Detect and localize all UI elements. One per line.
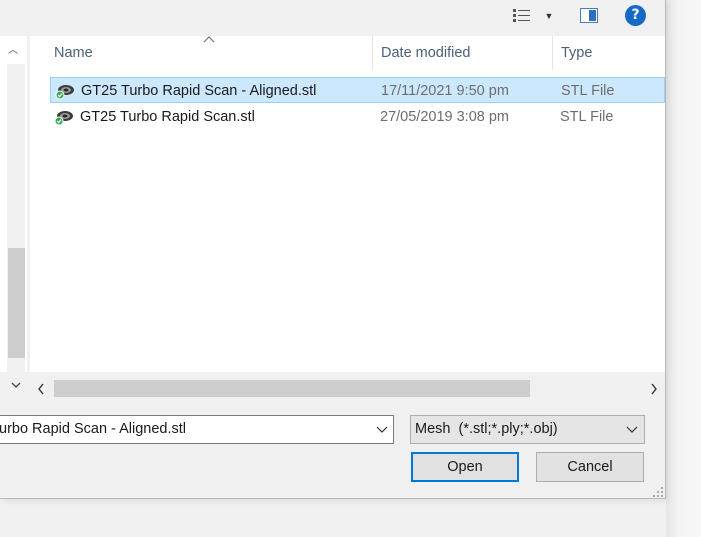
filter-selected-value: Mesh (*.stl;*.ply;*.obj) — [415, 421, 558, 437]
file-date-modified: 17/11/2021 9:50 pm — [381, 83, 509, 99]
stl-file-icon — [54, 111, 73, 126]
view-dropdown-arrow-icon[interactable]: ▼ — [543, 9, 555, 23]
file-list: Name Date modified Type GT25 Turbo Rapid… — [30, 36, 665, 372]
resize-grip-icon[interactable] — [652, 486, 664, 498]
horizontal-scrollbar-thumb[interactable] — [54, 380, 530, 397]
file-type: STL File — [561, 83, 615, 99]
file-row[interactable]: GT25 Turbo Rapid Scan.stl 27/05/2019 3:0… — [50, 104, 665, 130]
file-type: STL File — [560, 109, 614, 125]
file-name: GT25 Turbo Rapid Scan - Aligned.stl — [81, 83, 317, 99]
open-file-dialog: ▼ ? ︿ Name Date modified Type GT25 Turbo… — [0, 0, 666, 499]
chevron-down-icon[interactable] — [625, 422, 639, 436]
scroll-right-arrow-icon[interactable] — [650, 383, 658, 395]
filename-combobox[interactable]: urbo Rapid Scan - Aligned.stl — [0, 415, 394, 444]
desktop-background — [666, 0, 701, 537]
file-date-modified: 27/05/2019 3:08 pm — [380, 109, 509, 125]
file-row[interactable]: GT25 Turbo Rapid Scan - Aligned.stl 17/1… — [50, 77, 665, 103]
help-icon[interactable]: ? — [625, 5, 646, 26]
column-date-modified[interactable]: Date modified — [372, 36, 552, 70]
dialog-toolbar: ▼ ? — [0, 0, 665, 36]
file-type-filter-select[interactable]: Mesh (*.stl;*.ply;*.obj) — [410, 415, 645, 444]
scroll-up-arrow-icon[interactable]: ︿ — [8, 41, 18, 56]
column-name[interactable]: Name — [46, 36, 372, 70]
scroll-left-arrow-icon[interactable] — [37, 383, 45, 395]
nav-scrollbar-thumb[interactable] — [8, 248, 25, 358]
stl-file-icon — [55, 85, 74, 100]
view-menu-icon[interactable] — [512, 8, 532, 24]
screen: ▼ ? ︿ Name Date modified Type GT25 Turbo… — [0, 0, 701, 537]
scroll-down-arrow-icon[interactable] — [11, 381, 21, 389]
chevron-down-icon[interactable] — [375, 422, 389, 436]
column-header: Name Date modified Type — [30, 36, 665, 70]
cancel-button[interactable]: Cancel — [536, 452, 644, 482]
desktop-background-bottom — [0, 500, 666, 537]
file-name: GT25 Turbo Rapid Scan.stl — [80, 109, 255, 125]
open-button[interactable]: Open — [411, 452, 519, 482]
filename-input[interactable]: urbo Rapid Scan - Aligned.stl — [0, 416, 186, 443]
horizontal-scrollbar[interactable] — [30, 376, 665, 401]
preview-pane-icon[interactable] — [580, 8, 598, 23]
column-type[interactable]: Type — [552, 36, 665, 70]
